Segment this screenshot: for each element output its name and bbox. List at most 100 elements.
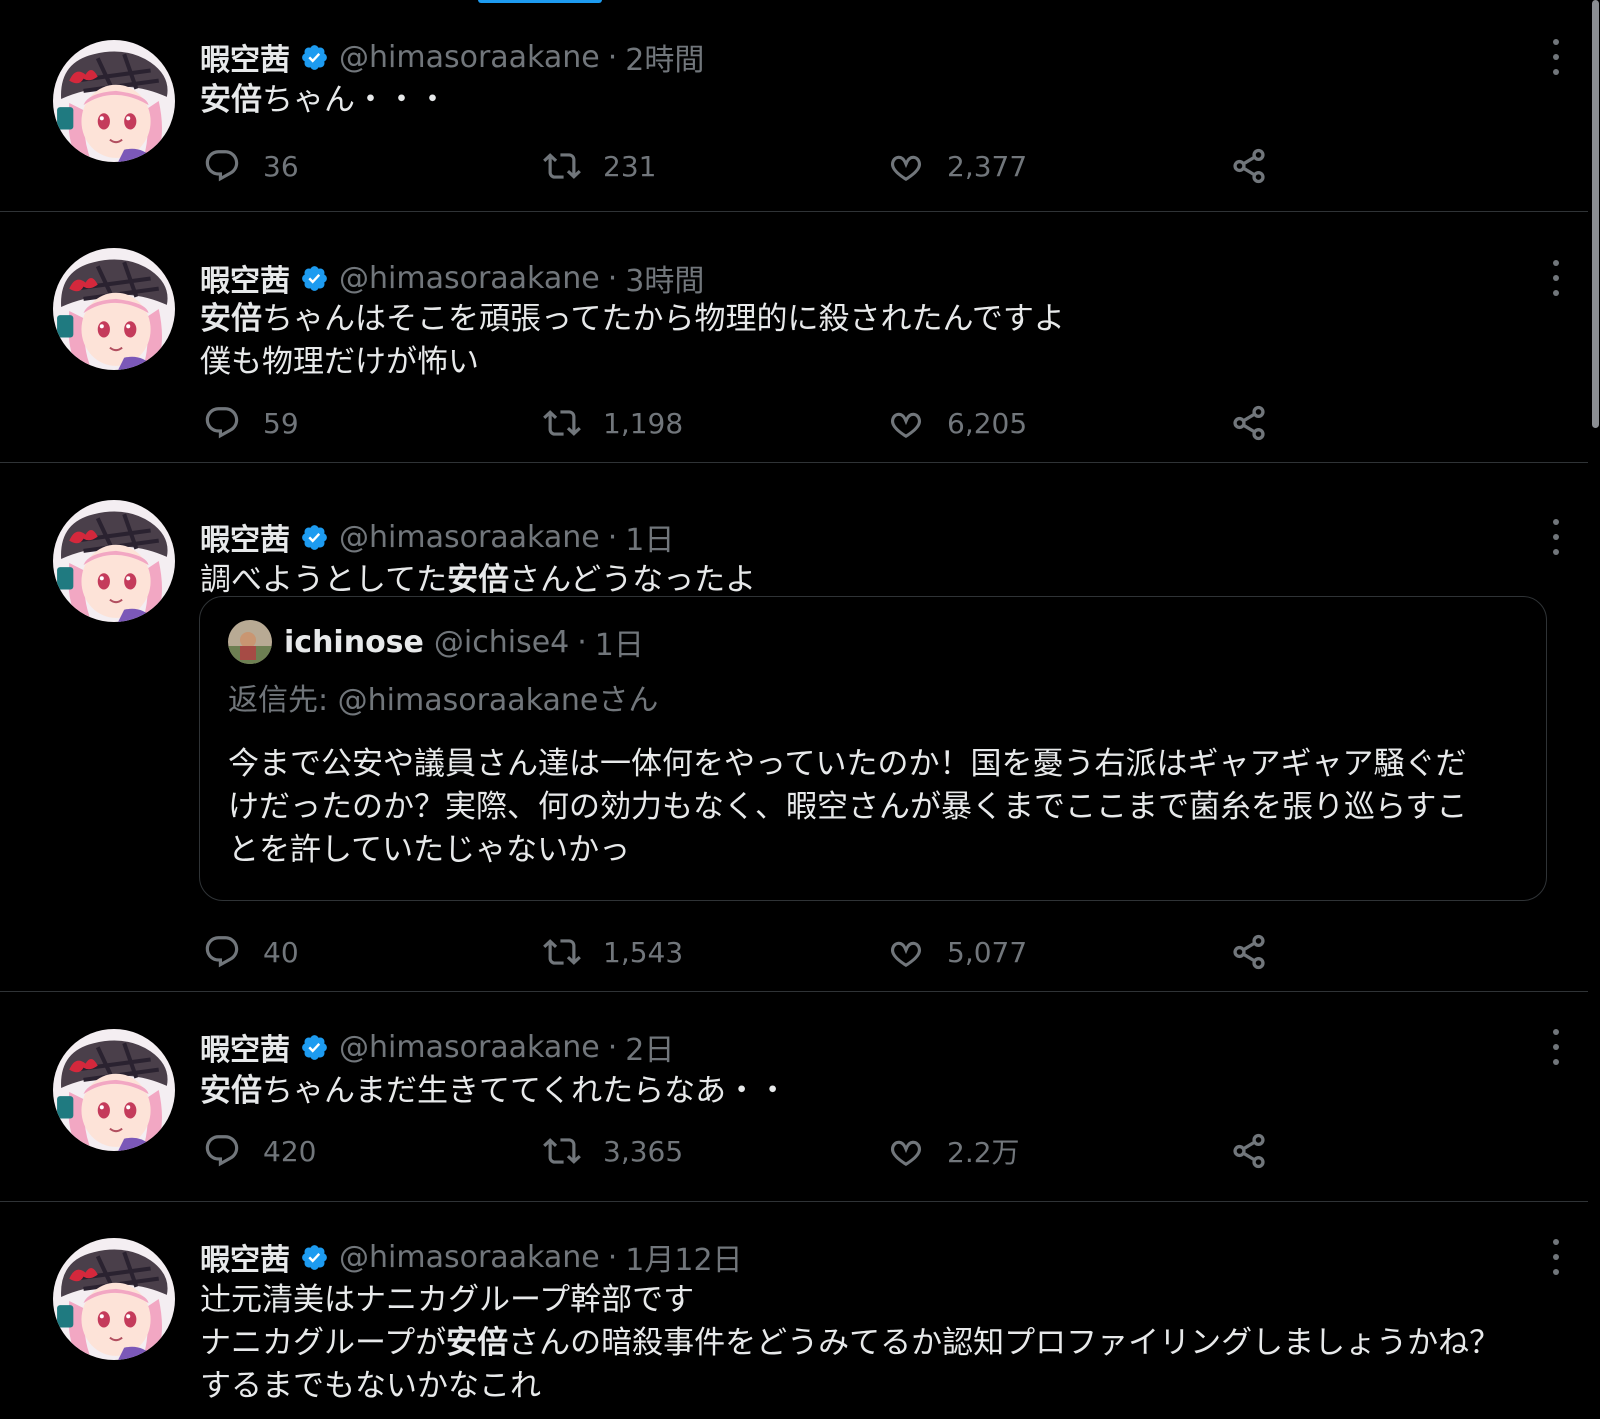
avatar[interactable] xyxy=(53,1029,175,1151)
like-icon xyxy=(887,1132,947,1170)
share-icon xyxy=(1230,404,1290,442)
tweet-time: 1日 xyxy=(625,523,675,558)
like-button[interactable]: 5,077 xyxy=(887,932,1027,972)
quoted-tweet-header: ichinose @ichise4 · 1日 xyxy=(228,620,644,664)
tweet-header: 暇空茜 @himasoraakane · 1日 xyxy=(200,517,675,559)
display-name: 暇空茜 xyxy=(200,1243,290,1278)
separator-dot: · xyxy=(577,624,587,660)
share-icon xyxy=(1230,1132,1290,1170)
tweet-text: 安倍ちゃん・・・ xyxy=(200,79,448,122)
like-icon xyxy=(887,404,947,442)
tweet-text-line: 安倍ちゃんはそこを頑張ってたから物理的に殺されたんですよ xyxy=(200,298,1065,341)
display-name: 暇空茜 xyxy=(200,523,290,558)
quoted-text-line: 今まで公安や議員さん達は一体何をやっていたのか！国を憂う右派はギャアギャア騒ぐだ xyxy=(228,746,1467,782)
text-segment: 僕も物理だけが怖い xyxy=(200,344,479,380)
more-icon[interactable] xyxy=(1546,519,1566,555)
share-button[interactable] xyxy=(1230,146,1290,186)
retweet-button[interactable]: 231 xyxy=(543,146,656,186)
tweet-time: 1月12日 xyxy=(625,1243,743,1278)
quoted-handle: @ichise4 xyxy=(433,624,570,660)
reply-button[interactable]: 420 xyxy=(203,1131,316,1171)
quoted-tweet[interactable]: ichinose @ichise4 · 1日返信先: @himasoraakaneさん… xyxy=(199,596,1547,901)
like-icon xyxy=(887,147,947,185)
tweet-text: 安倍ちゃんまだ生きててくれたらなあ・・ xyxy=(200,1070,788,1113)
retweet-button[interactable]: 1,198 xyxy=(543,403,683,443)
user-handle: @himasoraakane xyxy=(339,519,600,555)
more-icon[interactable] xyxy=(1546,1029,1566,1065)
highlighted-term: 安倍 xyxy=(200,82,262,118)
more-icon[interactable] xyxy=(1546,39,1566,75)
tweet-header: 暇空茜 @himasoraakane · 3時間 xyxy=(200,258,704,300)
share-icon xyxy=(1230,933,1290,971)
verified-badge-icon xyxy=(300,1243,329,1272)
tweet-text-line: ナニカグループが安倍さんの暗殺事件をどうみてるか認知プロファイリングしましょうか… xyxy=(200,1322,1500,1365)
reply-count: 36 xyxy=(263,149,299,183)
tweet[interactable]: 暇空茜 @himasoraakane · 2日 安倍ちゃんまだ生きててくれたらなあ・・ 4… xyxy=(0,992,1588,1202)
tweet-header: 暇空茜 @himasoraakane · 2日 xyxy=(200,1027,674,1069)
quoted-avatar xyxy=(228,620,272,664)
separator-dot: · xyxy=(607,1029,618,1065)
display-name: 暇空茜 xyxy=(200,264,290,299)
reply-button[interactable]: 59 xyxy=(203,403,299,443)
text-segment: 調べようとしてた xyxy=(200,562,448,598)
retweet-button[interactable]: 3,365 xyxy=(543,1131,683,1171)
like-button[interactable]: 2.2万 xyxy=(887,1131,1020,1171)
quoted-text-line: とを許していたじゃないかっ xyxy=(228,832,631,868)
verified-badge-icon xyxy=(300,523,329,552)
tweet-time: 2時間 xyxy=(625,43,705,78)
tweet[interactable]: 暇空茜 @himasoraakane · 1日 調べようとしてた安倍さんどうなったよ ic… xyxy=(0,463,1588,992)
separator-dot: · xyxy=(607,519,618,555)
verified-badge-icon xyxy=(300,43,329,72)
highlighted-term: 安倍 xyxy=(446,1325,509,1361)
tweet-header: 暇空茜 @himasoraakane · 1月12日 xyxy=(200,1237,743,1279)
reply-button[interactable]: 40 xyxy=(203,932,299,972)
text-segment: するまでもないかなこれ xyxy=(200,1368,541,1404)
text-segment: ちゃん・・・ xyxy=(262,82,448,118)
retweet-button[interactable]: 1,543 xyxy=(543,932,683,972)
like-count: 5,077 xyxy=(947,935,1028,969)
retweet-count: 1,198 xyxy=(603,406,684,440)
avatar[interactable] xyxy=(53,1238,175,1360)
avatar[interactable] xyxy=(53,40,175,162)
share-icon xyxy=(1230,147,1290,185)
display-name: 暇空茜 xyxy=(200,1033,290,1068)
share-button[interactable] xyxy=(1230,403,1290,443)
tweet[interactable]: 暇空茜 @himasoraakane · 1月12日 辻元清美はナニカグループ幹部ですナ… xyxy=(0,1202,1588,1418)
reply-icon xyxy=(203,147,263,185)
like-button[interactable]: 6,205 xyxy=(887,403,1027,443)
tweet-text-line: 辻元清美はナニカグループ幹部です xyxy=(200,1279,1500,1322)
user-handle: @himasoraakane xyxy=(339,1029,600,1065)
reply-to-label: 返信先: @himasoraakaneさん xyxy=(228,683,659,718)
retweet-count: 1,543 xyxy=(603,935,684,969)
retweet-count: 231 xyxy=(603,149,657,183)
share-button[interactable] xyxy=(1230,1131,1290,1171)
separator-dot: · xyxy=(607,1239,618,1275)
avatar[interactable] xyxy=(53,248,175,370)
tweet-text: 辻元清美はナニカグループ幹部です ナニカグループが安倍さんの暗殺事件をどうみてるか… xyxy=(200,1279,1500,1408)
share-button[interactable] xyxy=(1230,932,1290,972)
text-segment: ちゃんまだ生きててくれたらなあ・・ xyxy=(262,1073,789,1109)
more-icon[interactable] xyxy=(1546,260,1566,296)
text-segment: ちゃんはそこを頑張ってたから物理的に殺されたんですよ xyxy=(262,301,1065,337)
reply-button[interactable]: 36 xyxy=(203,146,299,186)
more-icon[interactable] xyxy=(1546,1239,1566,1275)
tweet[interactable]: 暇空茜 @himasoraakane · 2時間 安倍ちゃん・・・ 36 231 2,377 xyxy=(0,0,1588,212)
like-count: 6,205 xyxy=(947,406,1028,440)
separator-dot: · xyxy=(607,39,618,75)
text-segment: さんの暗殺事件をどうみてるか認知プロファイリングしましょうかね？ xyxy=(508,1325,1501,1361)
reply-count: 59 xyxy=(263,406,299,440)
scrollbar-thumb[interactable] xyxy=(1592,0,1599,428)
retweet-icon xyxy=(543,933,603,971)
like-count: 2.2万 xyxy=(947,1136,1020,1169)
verified-badge-icon xyxy=(300,264,329,293)
retweet-icon xyxy=(543,1132,603,1170)
tweet-text-line: 安倍ちゃんまだ生きててくれたらなあ・・ xyxy=(200,1070,788,1113)
retweet-icon xyxy=(543,147,603,185)
avatar[interactable] xyxy=(53,500,175,622)
like-button[interactable]: 2,377 xyxy=(887,146,1027,186)
display-name: 暇空茜 xyxy=(200,43,290,78)
like-count: 2,377 xyxy=(947,149,1028,183)
tweet[interactable]: 暇空茜 @himasoraakane · 3時間 安倍ちゃんはそこを頑張ってたから物理的… xyxy=(0,212,1588,463)
reply-count: 40 xyxy=(263,935,299,969)
tweet-header: 暇空茜 @himasoraakane · 2時間 xyxy=(200,37,705,79)
